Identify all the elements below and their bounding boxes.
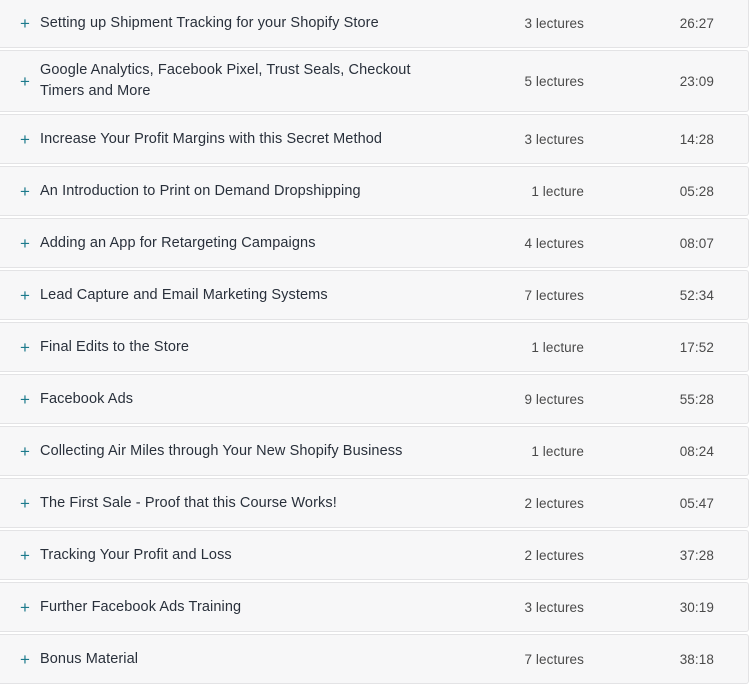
- section-title: Lead Capture and Email Marketing Systems: [40, 286, 328, 303]
- curriculum-section-row[interactable]: + Final Edits to the Store 1 lecture 17:52: [0, 322, 749, 372]
- section-duration: 38:18: [679, 651, 714, 667]
- curriculum-section-row[interactable]: + Collecting Air Miles through Your New S…: [0, 426, 749, 476]
- section-title: Increase Your Profit Margins with this S…: [40, 130, 383, 147]
- plus-icon[interactable]: +: [20, 183, 35, 200]
- section-lecture-count: 1 lecture: [531, 339, 584, 355]
- section-title: Collecting Air Miles through Your New Sh…: [40, 442, 403, 459]
- section-lecture-count: 7 lectures: [524, 287, 584, 303]
- plus-icon[interactable]: +: [20, 73, 35, 90]
- curriculum-section-row[interactable]: + Lead Capture and Email Marketing System…: [0, 270, 749, 320]
- section-lecture-count: 3 lectures: [524, 15, 584, 31]
- section-duration: 08:07: [679, 235, 714, 251]
- section-title: An Introduction to Print on Demand Drops…: [40, 182, 361, 199]
- section-duration: 52:34: [679, 287, 714, 303]
- curriculum-section-row[interactable]: + An Introduction to Print on Demand Drop…: [0, 166, 749, 216]
- section-title: Adding an App for Retargeting Campaigns: [40, 234, 316, 251]
- section-lecture-count: 7 lectures: [524, 651, 584, 667]
- plus-icon[interactable]: +: [20, 15, 35, 32]
- section-title: Final Edits to the Store: [40, 338, 190, 355]
- section-lecture-count: 4 lectures: [524, 235, 584, 251]
- section-lecture-count: 3 lectures: [524, 131, 584, 147]
- curriculum-section-row[interactable]: + Further Facebook Ads Training 3 lectures…: [0, 582, 749, 632]
- section-duration: 17:52: [679, 339, 714, 355]
- section-title: Bonus Material: [40, 650, 139, 667]
- plus-icon[interactable]: +: [20, 339, 35, 356]
- section-lecture-count: 1 lecture: [531, 183, 584, 199]
- section-title: Facebook Ads: [40, 390, 134, 407]
- section-duration: 23:09: [679, 73, 714, 89]
- curriculum-section-row[interactable]: + Facebook Ads 9 lectures 55:28: [0, 374, 749, 424]
- plus-icon[interactable]: +: [20, 131, 35, 148]
- curriculum-section-row[interactable]: + Adding an App for Retargeting Campaigns…: [0, 218, 749, 268]
- section-duration: 55:28: [679, 391, 714, 407]
- section-duration: 37:28: [679, 547, 714, 563]
- plus-icon[interactable]: +: [20, 235, 35, 252]
- section-title: Tracking Your Profit and Loss: [40, 546, 232, 563]
- section-lecture-count: 3 lectures: [524, 599, 584, 615]
- plus-icon[interactable]: +: [20, 599, 35, 616]
- section-duration: 26:27: [679, 15, 714, 31]
- plus-icon[interactable]: +: [20, 547, 35, 564]
- curriculum-section-row[interactable]: + The First Sale - Proof that this Course…: [0, 478, 749, 528]
- curriculum-section-row[interactable]: + Google Analytics, Facebook Pixel, Trust…: [0, 50, 749, 112]
- section-lecture-count: 5 lectures: [524, 73, 584, 89]
- section-title: Setting up Shipment Tracking for your Sh…: [40, 14, 379, 31]
- curriculum-section-row[interactable]: + Bonus Material 7 lectures 38:18: [0, 634, 749, 684]
- plus-icon[interactable]: +: [20, 495, 35, 512]
- section-lecture-count: 2 lectures: [524, 495, 584, 511]
- section-duration: 30:19: [679, 599, 714, 615]
- section-title: The First Sale - Proof that this Course …: [40, 494, 337, 511]
- curriculum-section-row[interactable]: + Setting up Shipment Tracking for your S…: [0, 0, 749, 48]
- plus-icon[interactable]: +: [20, 287, 35, 304]
- section-title: Further Facebook Ads Training: [40, 598, 242, 615]
- section-lecture-count: 1 lecture: [531, 443, 584, 459]
- section-duration: 08:24: [679, 443, 714, 459]
- plus-icon[interactable]: +: [20, 391, 35, 408]
- section-title: Google Analytics, Facebook Pixel, Trust …: [40, 62, 411, 99]
- section-duration: 05:47: [679, 495, 714, 511]
- section-lecture-count: 2 lectures: [524, 547, 584, 563]
- section-lecture-count: 9 lectures: [524, 391, 584, 407]
- curriculum-section-list: + Setting up Shipment Tracking for your S…: [0, 0, 750, 684]
- section-duration: 14:28: [679, 131, 714, 147]
- plus-icon[interactable]: +: [20, 443, 35, 460]
- curriculum-section-row[interactable]: + Tracking Your Profit and Loss 2 lectures…: [0, 530, 749, 580]
- curriculum-section-row[interactable]: + Increase Your Profit Margins with this …: [0, 114, 749, 164]
- section-duration: 05:28: [679, 183, 714, 199]
